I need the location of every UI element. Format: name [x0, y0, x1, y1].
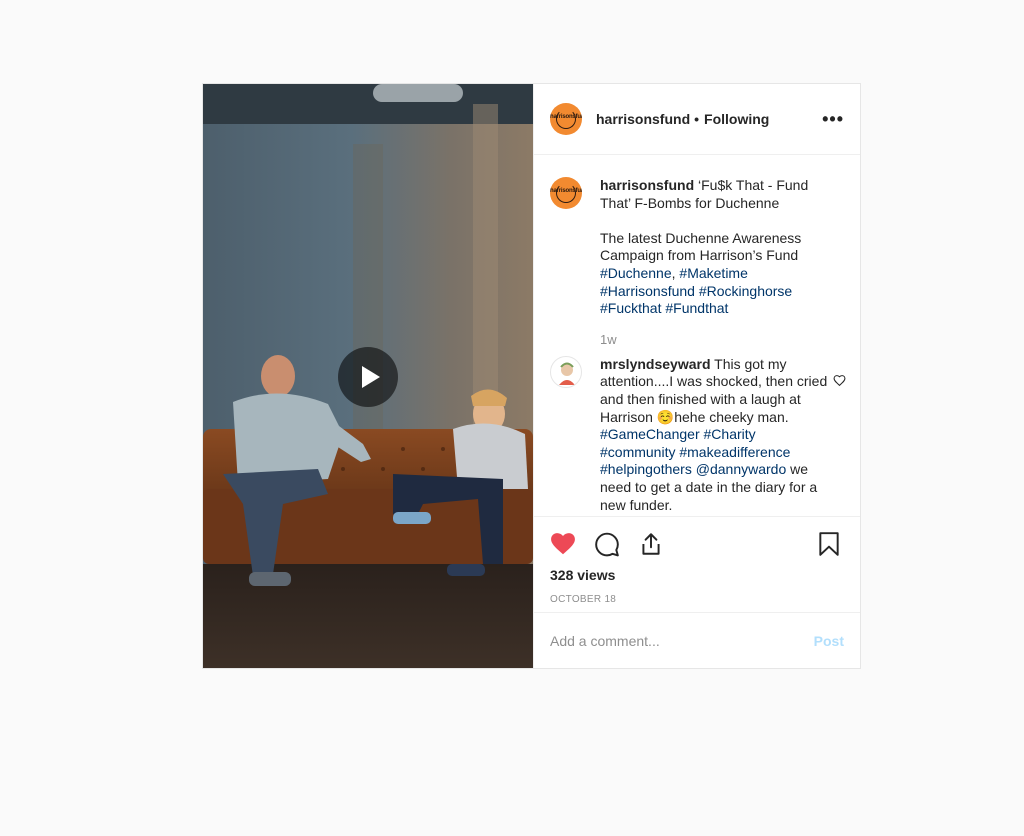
post-side-panel: harrisonsfund harrisonsfund • Following … [533, 84, 860, 668]
commenter-avatar-image [559, 362, 575, 385]
caption-username[interactable]: harrisonsfund [600, 177, 694, 193]
post-comment-button[interactable]: Post [814, 633, 844, 649]
profile-avatar[interactable]: harrisonsfund [550, 103, 582, 135]
caption: harrisonsfund harrisonsfund ‘Fu$k That -… [550, 177, 844, 318]
more-options-icon[interactable]: ••• [822, 109, 844, 130]
post-actions: 328 views OCTOBER 18 [534, 516, 860, 612]
save-button[interactable] [816, 530, 844, 558]
caption-body: harrisonsfund ‘Fu$k That - Fund That’ F-… [600, 177, 809, 317]
post-video[interactable] [203, 84, 533, 668]
hashtag-link[interactable]: #helpingothers [600, 461, 692, 477]
username-link[interactable]: harrisonsfund [596, 111, 690, 127]
heart-filled-icon [551, 532, 575, 554]
share-button[interactable] [638, 530, 666, 558]
hashtag-link[interactable]: #Duchenne [600, 265, 672, 281]
comment-item: mrslyndseyward This got my attention....… [550, 355, 844, 514]
caption-time[interactable]: 1w [600, 332, 844, 347]
comment-bubble-icon [595, 532, 619, 556]
separator-dot: • [694, 111, 700, 127]
hashtag-link[interactable]: #Fundthat [665, 300, 728, 316]
play-button[interactable] [338, 347, 398, 407]
following-button[interactable]: Following [704, 111, 769, 127]
bookmark-icon [819, 531, 839, 556]
share-upload-icon [642, 532, 660, 555]
like-comment-heart-icon[interactable] [833, 374, 846, 387]
comment-input[interactable] [550, 632, 814, 649]
view-count[interactable]: 328 views [550, 567, 844, 583]
hashtag-link[interactable]: #GameChanger [600, 426, 700, 442]
play-icon [361, 366, 380, 388]
post-card: harrisonsfund harrisonsfund • Following … [202, 83, 861, 669]
hashtag-link[interactable]: #Fuckthat [600, 300, 661, 316]
action-icons [550, 517, 844, 570]
post-date[interactable]: OCTOBER 18 [550, 594, 844, 605]
hashtag-link[interactable]: #Rockinghorse [699, 283, 792, 299]
comments-section[interactable]: harrisonsfund harrisonsfund ‘Fu$k That -… [534, 155, 860, 516]
caption-line2: The latest Duchenne Awareness Campaign f… [600, 229, 802, 264]
comment-body: mrslyndseyward This got my attention....… [600, 356, 828, 514]
hashtag-link[interactable]: #Maketime [679, 265, 747, 281]
post-header: harrisonsfund harrisonsfund • Following … [534, 84, 860, 155]
avatar-logo-text: harrisonsfund [550, 188, 582, 194]
mention-link[interactable]: @dannywardo [696, 461, 787, 477]
like-button[interactable] [550, 530, 578, 558]
commenter-avatar[interactable] [550, 355, 582, 388]
add-comment-form: Post [534, 612, 860, 668]
comment-button[interactable] [594, 530, 622, 558]
hashtag-link[interactable]: #community [600, 444, 675, 460]
caption-avatar[interactable]: harrisonsfund [550, 177, 582, 209]
avatar-logo-text: harrisonsfund [550, 114, 582, 120]
comment-username[interactable]: mrslyndseyward [600, 356, 711, 372]
hashtag-link[interactable]: #makeadifference [679, 444, 790, 460]
hashtag-link[interactable]: #Harrisonsfund [600, 283, 695, 299]
hashtag-link[interactable]: #Charity [704, 426, 756, 442]
